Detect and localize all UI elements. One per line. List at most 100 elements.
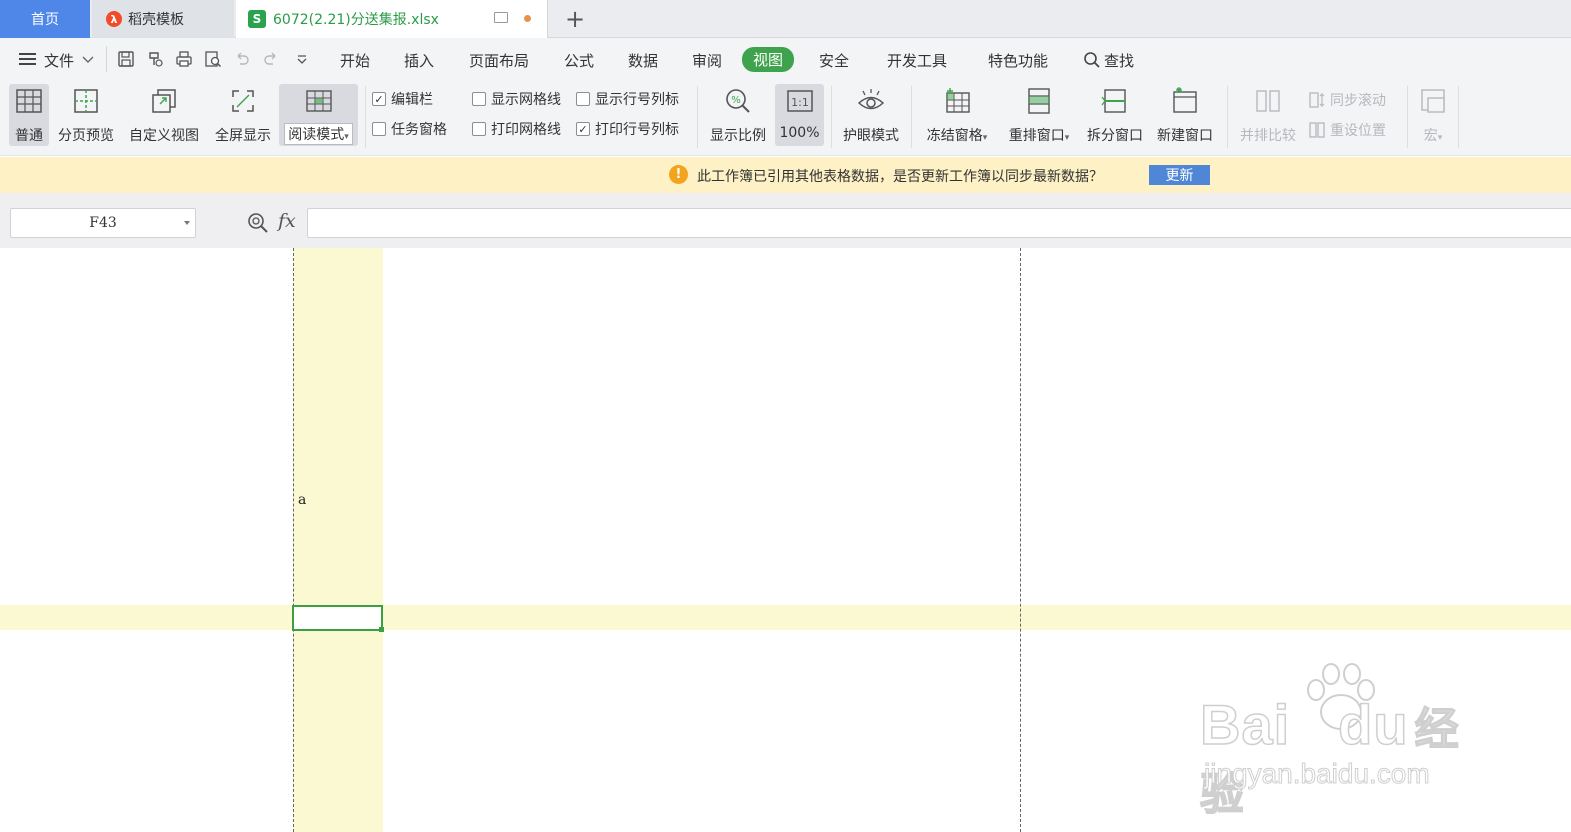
arrange-windows-label: 重排窗口▾ <box>1009 125 1070 145</box>
new-window-label: 新建窗口 <box>1157 128 1213 144</box>
macro-text: 宏 <box>1423 128 1438 144</box>
edit-bar-label: 编辑栏 <box>391 92 433 108</box>
ribbon-divider <box>697 86 698 148</box>
reset-position-button[interactable]: 重设位置 <box>1308 120 1386 140</box>
menu-review[interactable]: 审阅 <box>692 49 722 71</box>
sync-scroll-label: 同步滚动 <box>1330 93 1386 109</box>
show-headers-checkbox[interactable]: 显示行号列标 <box>576 89 679 109</box>
custom-view-button[interactable]: 自定义视图 <box>125 84 203 146</box>
zoom-ratio-button[interactable]: % 显示比例 <box>707 84 769 146</box>
split-window-button[interactable]: 拆分窗口 <box>1084 84 1146 146</box>
svg-text:%: % <box>731 95 741 106</box>
checkbox-unchecked-icon <box>472 122 486 136</box>
undo-icon[interactable] <box>233 50 251 68</box>
menu-view[interactable]: 视图 <box>742 47 795 72</box>
freeze-panes-button[interactable]: 冻结窗格▾ <box>921 84 993 146</box>
menu-start[interactable]: 开始 <box>340 49 370 71</box>
print-headers-checkbox[interactable]: ✓ 打印行号列标 <box>576 119 679 139</box>
print-preview-icon[interactable] <box>204 50 222 68</box>
page-break-line <box>1020 248 1021 832</box>
reading-mode-label: 阅读模式▾ <box>284 123 353 145</box>
insert-function-button[interactable]: fx <box>278 210 296 232</box>
fullscreen-button[interactable]: 全屏显示 <box>212 84 274 146</box>
new-window-button[interactable]: 新建窗口 <box>1154 84 1216 146</box>
menu-page-layout[interactable]: 页面布局 <box>469 49 529 71</box>
print-icon[interactable] <box>175 50 193 68</box>
show-headers-label: 显示行号列标 <box>595 92 679 108</box>
quick-access-dropdown-icon[interactable] <box>293 50 311 68</box>
menu-developer-tools[interactable]: 开发工具 <box>887 49 947 71</box>
ribbon-view: 普通 分页预览 自定义视图 全屏显示 阅读模式▾ ✓ 编辑栏 任务窗格 显示网格线… <box>0 80 1571 156</box>
hamburger-icon[interactable] <box>19 53 36 65</box>
normal-view-label: 普通 <box>15 128 43 144</box>
tab-file[interactable]: S 6072(2.21)分送集报.xlsx <box>236 0 548 38</box>
update-button[interactable]: 更新 <box>1149 165 1210 185</box>
checkbox-checked-icon: ✓ <box>372 92 386 106</box>
sync-scroll-button[interactable]: 同步滚动 <box>1308 90 1386 110</box>
cell-value[interactable]: a <box>298 492 306 508</box>
save-icon[interactable] <box>117 50 135 68</box>
redo-icon[interactable] <box>262 50 280 68</box>
macro-button[interactable]: 宏▾ <box>1413 84 1453 146</box>
menu-security[interactable]: 安全 <box>819 49 849 71</box>
formula-bar: F43 fx <box>0 193 1571 248</box>
monitor-icon[interactable] <box>494 12 508 23</box>
unsaved-dot-icon <box>524 15 531 22</box>
name-box-dropdown-icon[interactable] <box>184 221 190 225</box>
menu-insert[interactable]: 插入 <box>404 49 434 71</box>
arrange-windows-icon <box>1028 88 1050 114</box>
worksheet-area[interactable]: a <box>0 248 1571 832</box>
dropdown-caret-icon: ▾ <box>982 133 988 143</box>
checkbox-checked-icon: ✓ <box>576 122 590 136</box>
edit-bar-checkbox[interactable]: ✓ 编辑栏 <box>372 89 433 109</box>
normal-view-button[interactable]: 普通 <box>9 84 49 146</box>
new-tab-button[interactable]: + <box>562 5 588 33</box>
task-pane-label: 任务窗格 <box>391 122 447 138</box>
ribbon-divider <box>1458 86 1459 148</box>
dropdown-caret-icon: ▾ <box>1064 133 1070 143</box>
zoom-percent-icon: % <box>726 89 750 113</box>
task-pane-checkbox[interactable]: 任务窗格 <box>372 119 447 139</box>
menu-formula[interactable]: 公式 <box>564 49 594 71</box>
checkbox-unchecked-icon <box>372 122 386 136</box>
side-by-side-icon <box>1256 90 1280 112</box>
menu-special-features[interactable]: 特色功能 <box>988 49 1048 71</box>
show-gridlines-checkbox[interactable]: 显示网格线 <box>472 89 561 109</box>
side-by-side-label: 并排比较 <box>1240 128 1296 144</box>
menu-search[interactable]: 查找 <box>1083 49 1134 71</box>
menu-file-label: 文件 <box>44 51 75 70</box>
menu-data[interactable]: 数据 <box>628 49 658 71</box>
tab-home-label: 首页 <box>31 12 59 28</box>
side-by-side-button[interactable]: 并排比较 <box>1237 84 1299 146</box>
dropdown-caret-icon: ▾ <box>1437 133 1443 143</box>
new-window-icon <box>1173 87 1197 113</box>
search-icon <box>1084 52 1100 68</box>
formula-input[interactable] <box>307 208 1571 238</box>
zoom-100-button[interactable]: 1:1 100% <box>775 84 824 146</box>
format-painter-icon[interactable] <box>146 50 164 68</box>
freeze-panes-icon <box>946 88 970 113</box>
fill-handle[interactable] <box>379 627 384 632</box>
eye-care-mode-button[interactable]: 护眼模式 <box>839 84 903 146</box>
tab-home[interactable]: 首页 <box>0 0 90 38</box>
fullscreen-icon <box>232 90 254 112</box>
warning-icon: ! <box>669 165 688 184</box>
name-box[interactable]: F43 <box>10 208 196 238</box>
menu-search-label: 查找 <box>1104 51 1135 70</box>
split-window-label: 拆分窗口 <box>1087 128 1143 144</box>
tab-daoke-template[interactable]: λ 稻壳模板 <box>92 0 234 38</box>
daoke-logo-icon: λ <box>106 11 122 27</box>
dropdown-caret-icon: ▾ <box>344 132 349 142</box>
page-break-preview-button[interactable]: 分页预览 <box>55 84 117 146</box>
zoom-formula-icon[interactable] <box>247 212 269 234</box>
reading-mode-button[interactable]: 阅读模式▾ <box>279 84 358 146</box>
tab-bar: 首页 λ 稻壳模板 S 6072(2.21)分送集报.xlsx + <box>0 0 1571 38</box>
print-gridlines-checkbox[interactable]: 打印网格线 <box>472 119 561 139</box>
selected-cell[interactable] <box>292 605 383 631</box>
reset-position-label: 重设位置 <box>1330 123 1386 139</box>
notification-text: 此工作簿已引用其他表格数据，是否更新工作簿以同步最新数据？ <box>697 169 1103 185</box>
arrange-windows-button[interactable]: 重排窗口▾ <box>1003 84 1075 146</box>
split-window-icon <box>1101 89 1126 113</box>
update-notification-bar: ! 此工作簿已引用其他表格数据，是否更新工作簿以同步最新数据？ 更新 <box>0 157 1571 193</box>
menu-file[interactable]: 文件 <box>44 49 94 71</box>
